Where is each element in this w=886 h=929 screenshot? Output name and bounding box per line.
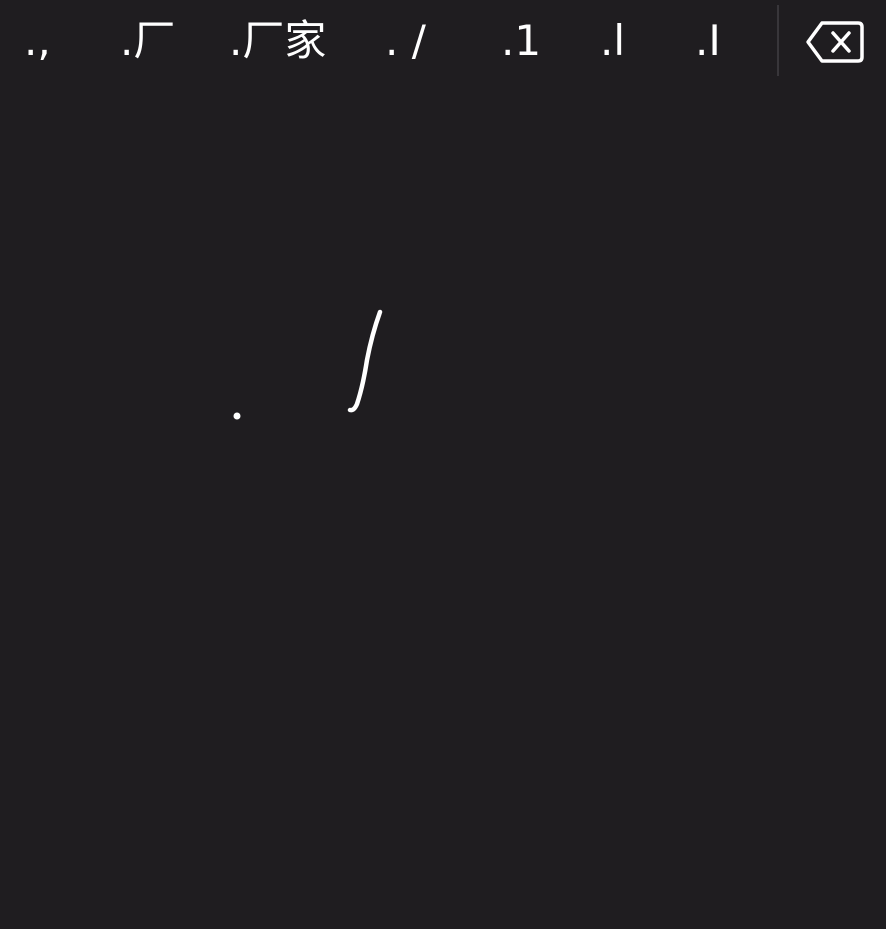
candidate-5[interactable]: .1 [501,12,541,70]
candidate-divider [777,5,779,76]
candidate-7[interactable]: .I [695,12,721,70]
candidate-6[interactable]: .l [600,12,625,70]
candidate-1[interactable]: ., [24,12,51,70]
ink-stroke-dot [233,412,241,420]
delete-button[interactable] [800,14,872,70]
ink-stroke-slash [347,309,383,413]
candidate-4[interactable]: . / [385,12,426,70]
backspace-icon [806,21,864,63]
candidate-bar: ., .厂 .厂家 . / .1 .l .I [0,0,886,82]
candidate-3[interactable]: .厂家 [229,12,326,70]
handwriting-canvas[interactable] [0,82,886,929]
candidate-2[interactable]: .厂 [120,12,175,70]
